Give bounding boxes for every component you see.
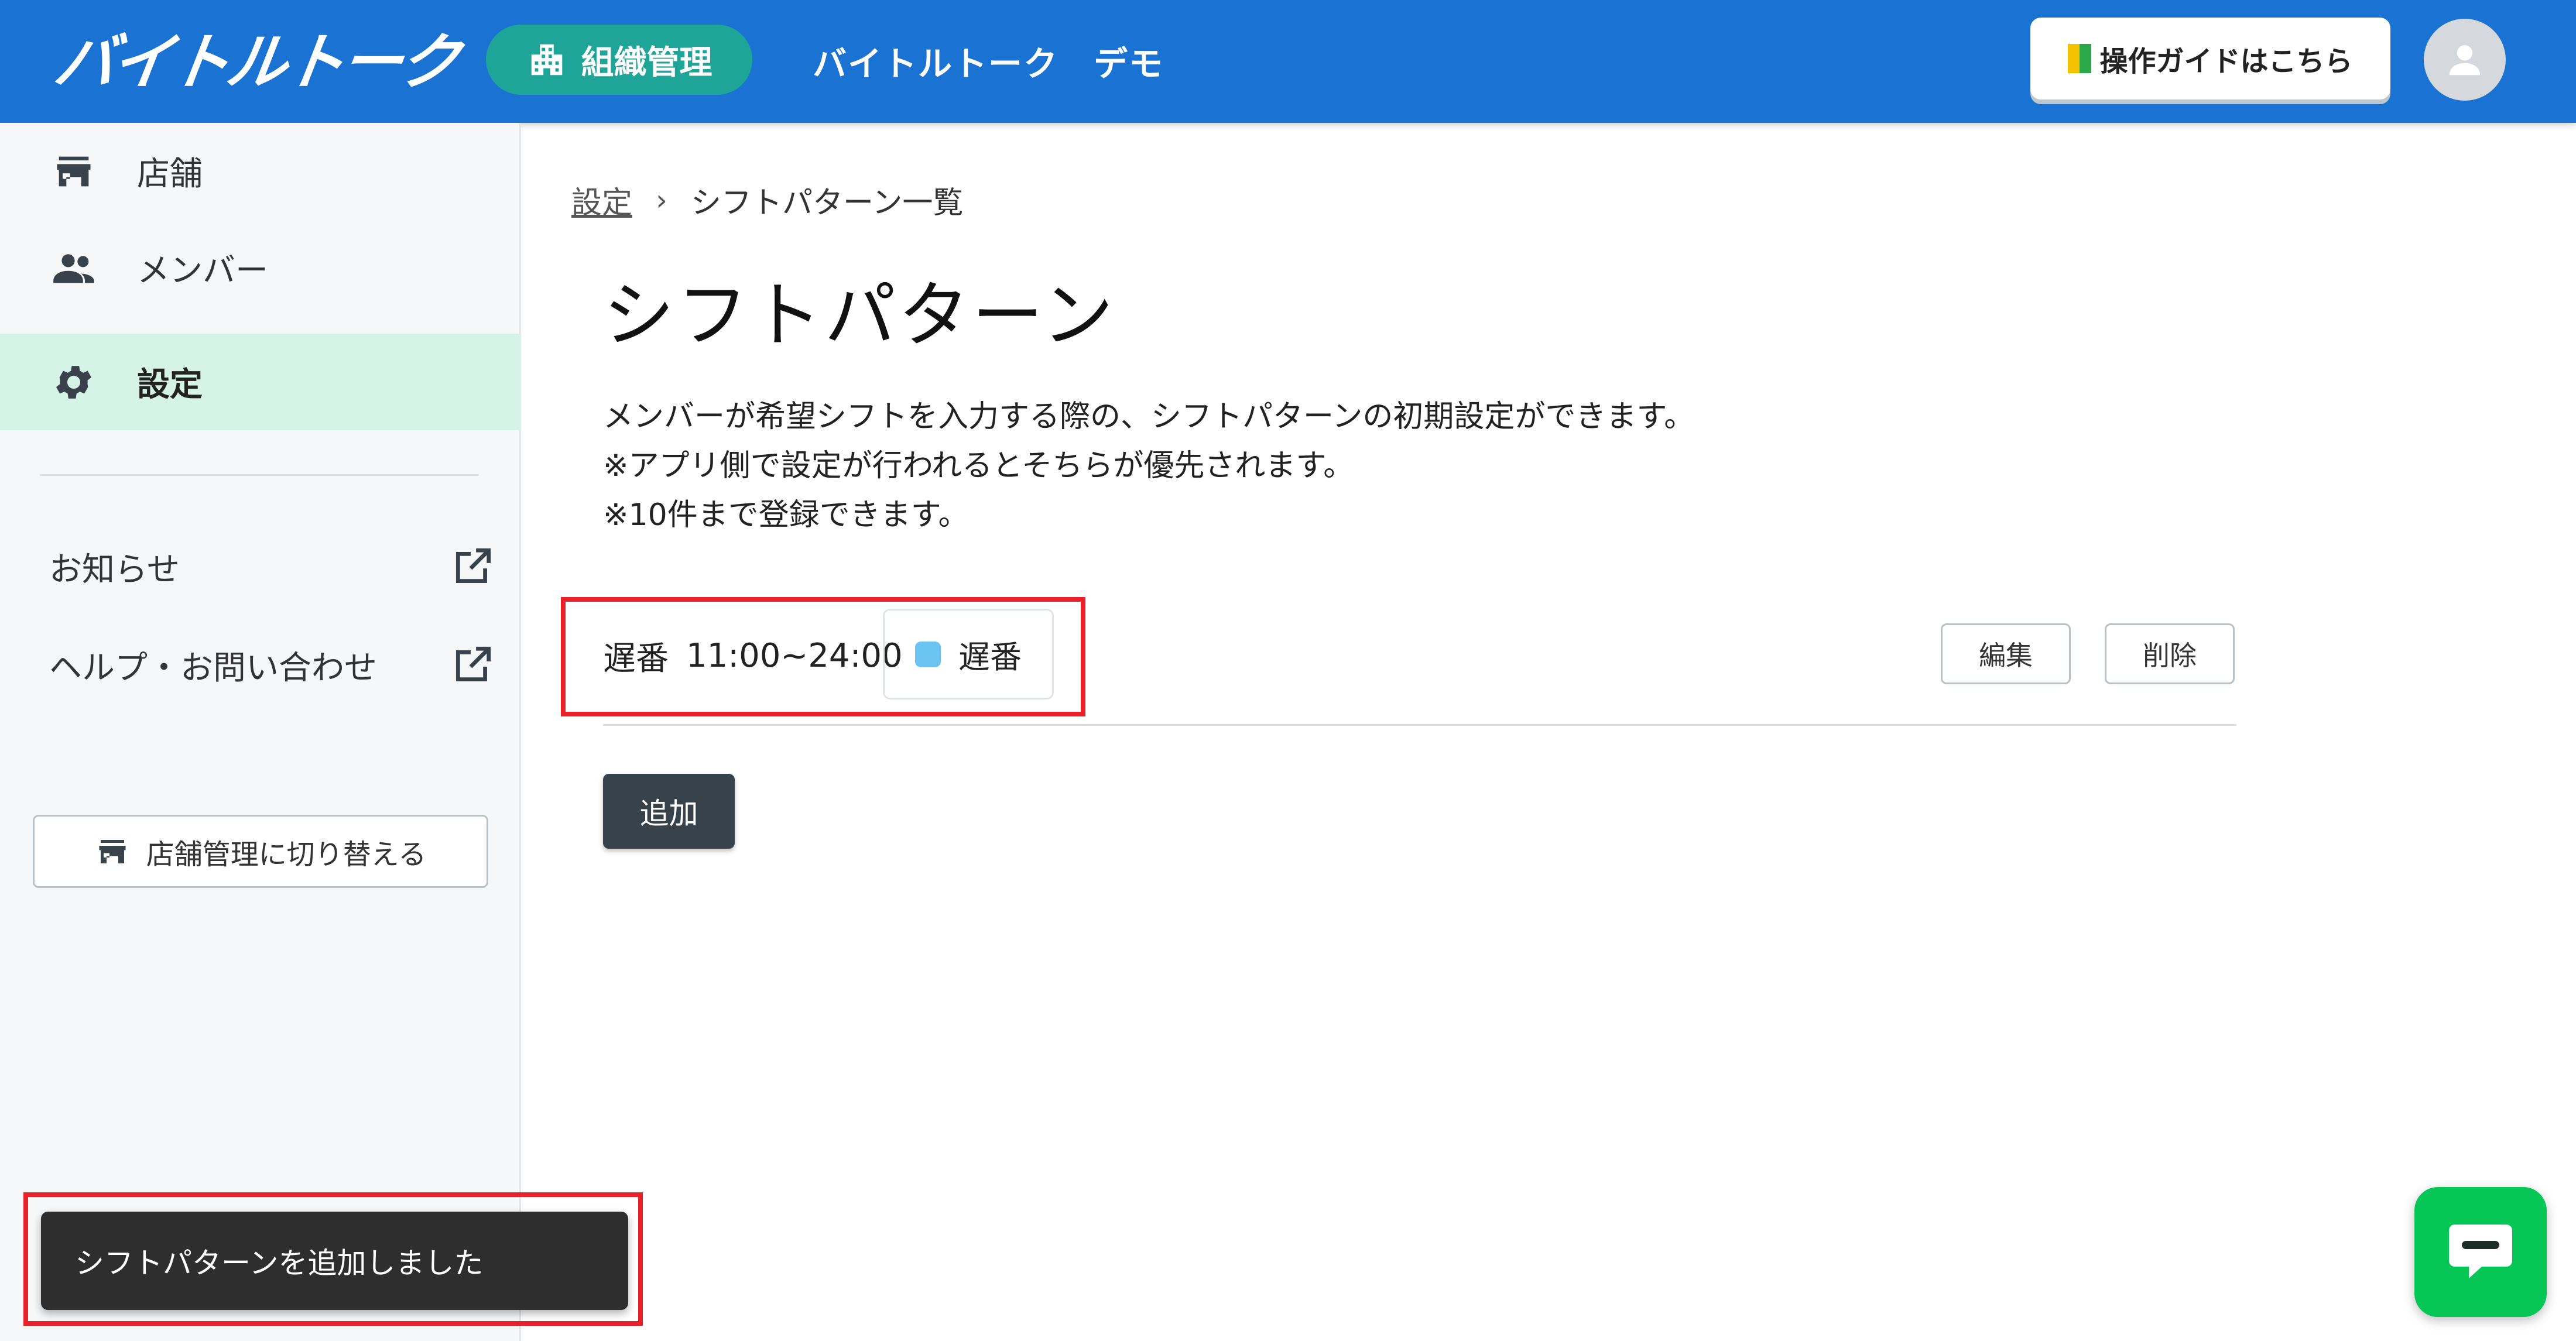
org-management-button[interactable]: 組織管理 (486, 25, 752, 95)
user-icon (2449, 45, 2481, 76)
sidebar-item-members[interactable]: メンバー (0, 220, 521, 316)
sidebar-link-label: お知らせ (49, 550, 180, 589)
org-management-label: 組織管理 (581, 43, 712, 82)
breadcrumb-current: シフトパターン一覧 (691, 186, 964, 221)
sidebar-item-stores[interactable]: 店舗 (0, 123, 521, 220)
top-header: バイトルトーク 組織管理 バイトルトーク デモ 操作ガイドはこちら (0, 0, 2576, 123)
sidebar-divider (40, 474, 479, 476)
store-icon (57, 156, 91, 186)
toast-notification: シフトパターンを追加しました (41, 1212, 628, 1310)
add-button[interactable]: 追加 (603, 774, 735, 849)
sidebar-link-label: ヘルプ・お問い合わせ (49, 649, 377, 687)
page-description: メンバーが希望シフトを入力する際の、シフトパターンの初期設定ができます。 ※アプ… (603, 392, 1694, 540)
app-logo[interactable]: バイトルトーク (50, 21, 463, 98)
operation-guide-label: 操作ガイドはこちら (2099, 45, 2353, 78)
switch-to-store-management-button[interactable]: 店舗管理に切り替える (33, 815, 488, 888)
description-line: ※アプリ側で設定が行われるとそちらが優先されます。 (603, 448, 1354, 483)
app-name: バイトルトーク デモ (813, 44, 1164, 84)
sidebar-item-label: メンバー (137, 252, 268, 290)
building-icon (531, 44, 562, 76)
sidebar-link-help[interactable]: ヘルプ・お問い合わせ (49, 630, 494, 700)
sidebar-item-settings[interactable]: 設定 (0, 334, 521, 430)
chat-support-button[interactable] (2414, 1187, 2547, 1317)
description-line: メンバーが希望シフトを入力する際の、シフトパターンの初期設定ができます。 (603, 399, 1695, 434)
breadcrumb-link-settings[interactable]: 設定 (571, 178, 632, 222)
switch-button-label: 店舗管理に切り替える (146, 838, 427, 871)
toast-message: シフトパターンを追加しました (75, 1246, 484, 1280)
annotation-highlight-pattern (561, 597, 1085, 716)
external-link-icon (455, 548, 491, 584)
description-line: ※10件まで登録できます。 (603, 498, 969, 533)
operation-guide-button[interactable]: 操作ガイドはこちら (2030, 18, 2390, 100)
breadcrumb: 設定 › シフトパターン一覧 (571, 178, 963, 222)
chat-bubble-icon (2449, 1225, 2512, 1278)
chevron-right-icon: › (656, 183, 668, 217)
sidebar-link-notices[interactable]: お知らせ (49, 531, 494, 602)
gear-icon (56, 365, 92, 399)
sidebar-item-label: 店舗 (137, 155, 203, 193)
sidebar-item-label: 設定 (137, 366, 203, 404)
beginner-mark-icon (2068, 44, 2092, 73)
delete-button[interactable]: 削除 (2105, 623, 2235, 684)
people-icon (53, 253, 94, 283)
store-icon (99, 839, 126, 863)
page-title: シフトパターン (603, 274, 1116, 357)
user-avatar[interactable] (2424, 19, 2506, 101)
sidebar: 店舗 メンバー 設定 お知らせ ヘルプ・お問い合わせ 店舗管理に切り替える (0, 123, 521, 1341)
edit-button[interactable]: 編集 (1941, 623, 2071, 684)
external-link-icon (455, 646, 491, 682)
